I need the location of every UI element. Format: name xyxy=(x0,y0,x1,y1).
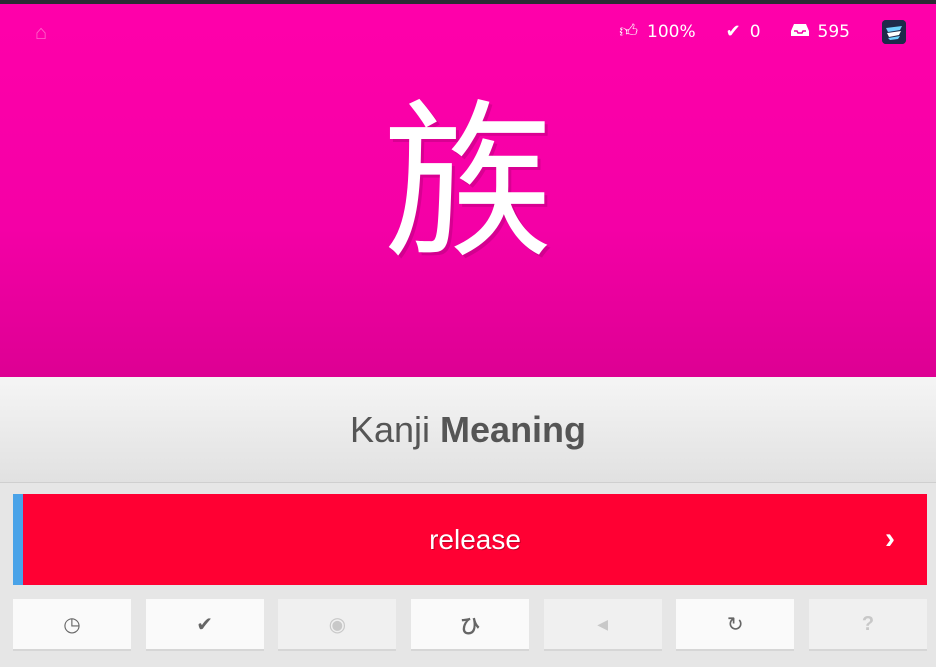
answer-input[interactable]: release xyxy=(23,524,927,556)
percent-correct-stat: 👍︎ 100% xyxy=(619,22,695,42)
additional-actions: ◷ ✔ ◉ ひ ◀ ↻ ? xyxy=(13,599,927,651)
retry-icon: ↻ xyxy=(726,613,744,636)
character-panel: ⌂ 👍︎ 100% ✔ 0 595 族 xyxy=(0,4,936,377)
hiragana-button[interactable]: ひ xyxy=(410,599,529,651)
speaker-icon: ◀ xyxy=(597,615,609,632)
checkmark-icon: ✔ xyxy=(196,613,214,636)
question-type-banner: Kanji Meaning xyxy=(0,377,936,483)
remaining-count: 595 xyxy=(817,22,850,42)
show-answer-button[interactable]: ◉ xyxy=(278,599,397,651)
eye-icon: ◉ xyxy=(328,613,347,636)
remaining-stat: 595 xyxy=(790,22,850,42)
inbox-icon xyxy=(790,23,809,41)
completed-stat: ✔ 0 xyxy=(726,22,761,42)
checkmark-icon: ✔ xyxy=(725,21,741,42)
question-type-prefix: Kanji xyxy=(349,409,431,450)
question-icon: ? xyxy=(861,612,875,635)
audio-button[interactable]: ◀ xyxy=(543,599,662,651)
clock-icon: ◷ xyxy=(63,613,81,636)
thumbs-up-icon: 👍︎ xyxy=(619,21,639,42)
chevron-right-icon: › xyxy=(885,522,895,555)
question-type-label: Meaning xyxy=(440,409,587,450)
retry-button[interactable]: ↻ xyxy=(676,599,795,651)
answer-accent-bar xyxy=(13,494,23,585)
item-info-button[interactable]: ✔ xyxy=(145,599,264,651)
home-icon[interactable]: ⌂ xyxy=(30,22,52,44)
answer-form: release › xyxy=(13,494,927,585)
help-button[interactable]: ? xyxy=(808,599,927,651)
review-character: 族 xyxy=(382,85,553,283)
avatar[interactable] xyxy=(882,20,906,44)
completed-count: 0 xyxy=(749,22,761,42)
last-items-button[interactable]: ◷ xyxy=(13,599,131,651)
submit-button[interactable]: › xyxy=(875,524,905,554)
hiragana-icon: ひ xyxy=(459,615,480,638)
stats-bar: 👍︎ 100% ✔ 0 595 xyxy=(619,18,906,46)
percent-correct-value: 100% xyxy=(647,22,696,42)
